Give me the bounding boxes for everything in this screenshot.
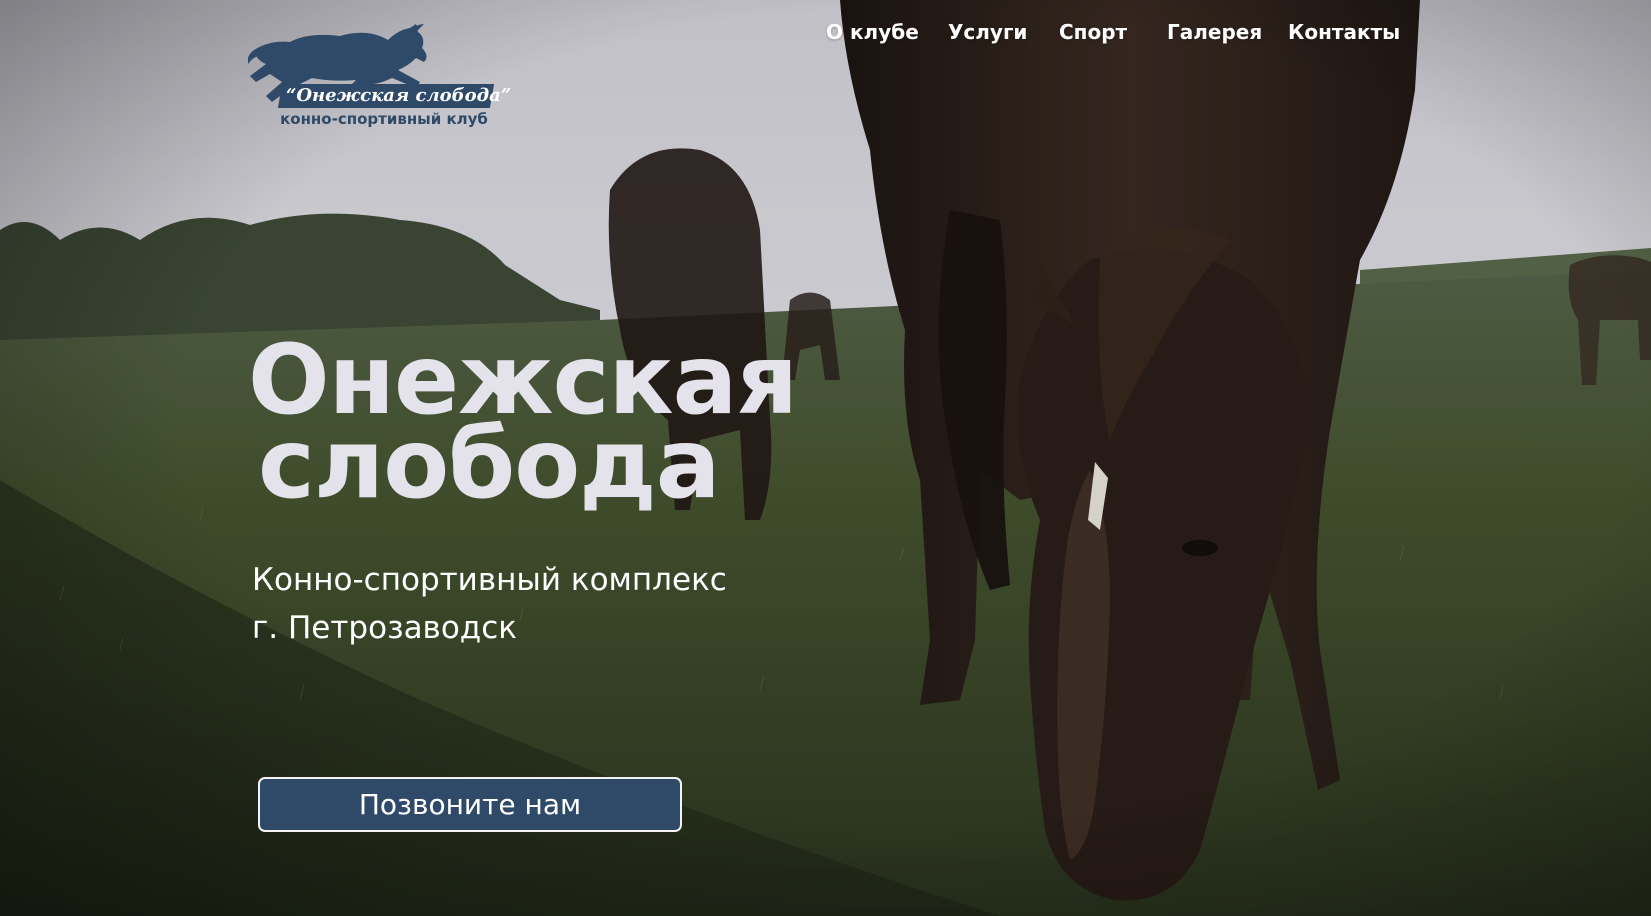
hero-section: “Онежская слобода” конно-спортивный клуб…: [0, 0, 1651, 916]
logo-name: “Онежская слобода”: [286, 85, 512, 106]
nav-item-contacts[interactable]: Контакты: [1288, 20, 1400, 44]
call-us-button[interactable]: Позвоните нам: [258, 777, 682, 832]
hero-title-line-2: слобода: [258, 408, 720, 520]
nav-item-services[interactable]: Услуги: [948, 20, 1027, 44]
hero-subtitle-line-1: Конно-спортивный комплекс: [252, 562, 727, 598]
nav-item-gallery[interactable]: Галерея: [1167, 20, 1262, 44]
logo-tagline: конно-спортивный клуб: [280, 110, 488, 128]
hero-subtitle: Конно-спортивный комплекс г. Петрозаводс…: [252, 556, 727, 652]
club-logo[interactable]: “Онежская слобода” конно-спортивный клуб: [247, 22, 512, 134]
hero-title: Онежская слобода: [248, 332, 798, 520]
hero-subtitle-line-2: г. Петрозаводск: [252, 610, 517, 646]
nav-item-sport[interactable]: Спорт: [1059, 20, 1127, 44]
nav-item-about[interactable]: О клубе: [826, 20, 919, 44]
